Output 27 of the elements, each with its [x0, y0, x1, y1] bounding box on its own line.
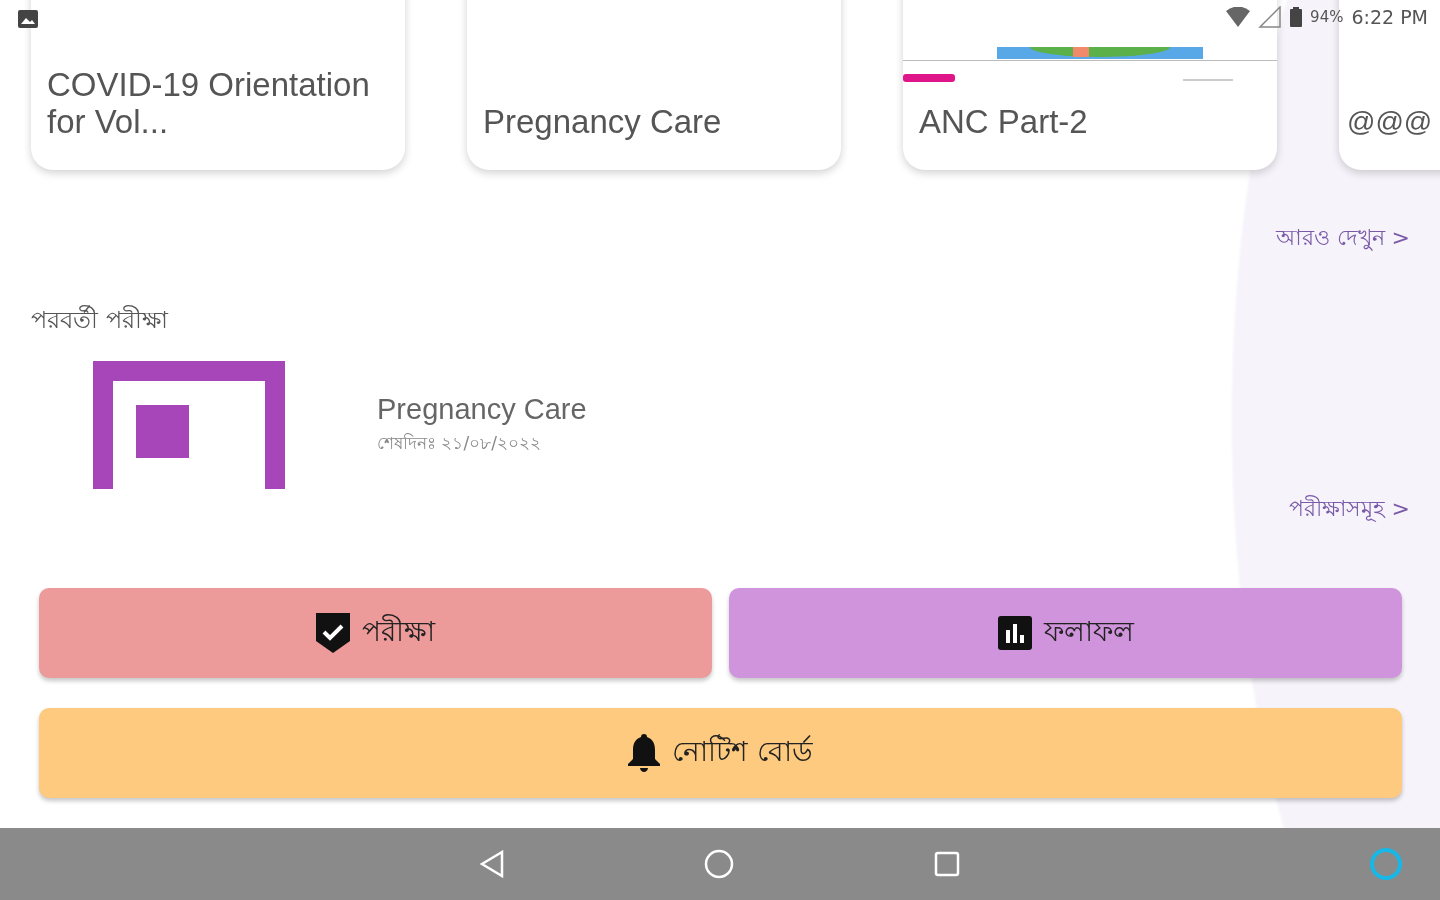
see-more-link[interactable]: আরও দেখুন > [1275, 220, 1410, 257]
course-title: ANC Part-2 [919, 103, 1089, 140]
menu-button[interactable]: নোটিশ বোর্ড [39, 708, 1402, 798]
wifi-icon [1226, 7, 1251, 27]
menu-button[interactable]: ফলাফল [729, 588, 1402, 678]
bar-chart-icon [997, 616, 1032, 650]
battery-icon [1290, 7, 1303, 27]
clock-time: 6:22 PM [1351, 6, 1428, 28]
image-notification-icon [18, 10, 38, 28]
bell-icon [628, 734, 661, 772]
exam-title: Pregnancy Care [377, 392, 587, 426]
signal-icon [1258, 6, 1283, 28]
course-card[interactable]: COVID-19 Orientation for Vol... [31, 0, 405, 170]
exams-link[interactable]: পরীক্ষাসমূহ > [1288, 491, 1410, 528]
exam-deadline: শেষদিনঃ ২১/০৮/২০২২ [377, 431, 542, 455]
shield-check-icon [316, 613, 350, 653]
course-title: @@@ [1347, 105, 1434, 139]
home-icon[interactable] [704, 849, 734, 879]
course-title: Pregnancy Care [483, 103, 723, 140]
course-title: COVID-19 Orientation for Vol... [47, 66, 371, 140]
menu-button[interactable]: পরীক্ষা [39, 588, 712, 678]
course-card[interactable]: Pregnancy Care [467, 0, 841, 170]
back-icon[interactable] [480, 850, 504, 878]
course-card[interactable]: ANC Part-2 [903, 0, 1277, 170]
exam-logo-icon [93, 361, 285, 489]
section-heading: পরবর্তী পরীক্ষা [30, 304, 170, 336]
recents-icon[interactable] [934, 851, 960, 877]
